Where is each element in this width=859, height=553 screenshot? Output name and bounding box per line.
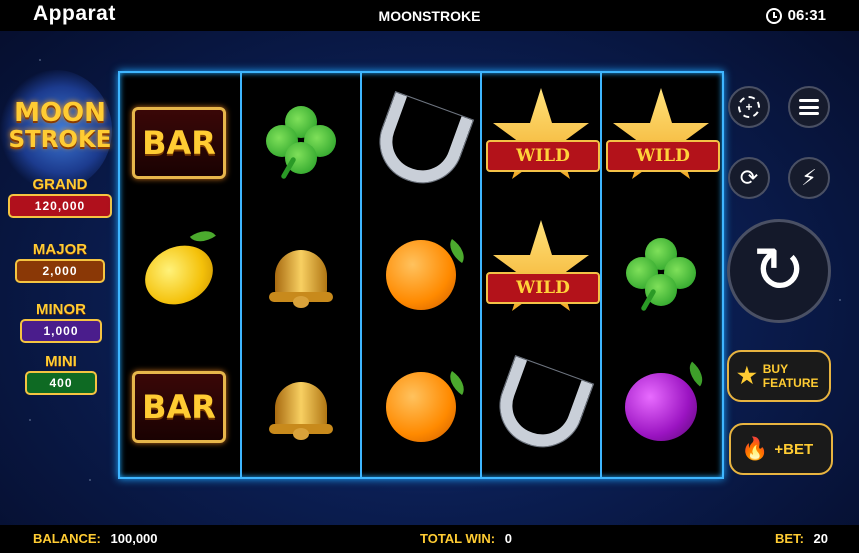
symbol-lemon: [120, 215, 238, 335]
jackpot-label: MINI: [45, 353, 77, 370]
wild-symbol: WILD: [606, 88, 720, 198]
orange-icon: [386, 370, 471, 442]
bet-label: BET:: [775, 531, 804, 546]
logo-line-1: MOON: [14, 98, 106, 128]
reel-grid: BAR BAR WILD WILD WILD: [118, 71, 724, 479]
autoplay-button[interactable]: ⟳: [728, 157, 770, 199]
bar-symbol: BAR: [132, 371, 226, 443]
bell-icon: [269, 374, 333, 440]
jackpot-label: MINOR: [36, 301, 86, 318]
symbol-orange: [362, 215, 480, 335]
reel-2: [240, 73, 360, 477]
reel-4: WILD WILD: [480, 73, 600, 477]
lemon-icon: [135, 224, 223, 316]
wild-symbol: WILD: [486, 88, 600, 198]
wild-symbol: WILD: [486, 220, 600, 330]
symbol-bar: BAR: [120, 83, 238, 203]
reel-5: WILD: [600, 73, 720, 477]
reel-3: [360, 73, 480, 477]
jackpot-value: 1,000: [20, 319, 102, 343]
chip-button[interactable]: +: [728, 86, 770, 128]
buy-feature-label: BUY FEATURE: [762, 362, 819, 390]
jackpot-label: GRAND: [32, 176, 88, 193]
jackpot-value: 400: [25, 371, 97, 395]
top-bar: Apparat MOONSTROKE 06:31: [0, 0, 859, 31]
balance-display: BALANCE: 100,000: [33, 531, 158, 546]
balance-label: BALANCE:: [33, 531, 101, 546]
jackpot-grand: GRAND 120,000: [7, 176, 113, 218]
game-title: MOONSTROKE: [378, 8, 481, 24]
clock: 06:31: [765, 7, 826, 24]
clover-icon: [266, 106, 336, 180]
total-win-display: TOTAL WIN: 0: [420, 531, 512, 546]
turbo-button[interactable]: ⚡: [788, 157, 830, 199]
symbol-horseshoe: [482, 347, 600, 467]
symbol-plum: [602, 347, 720, 467]
bell-icon: [269, 242, 333, 308]
lightning-icon: ⚡: [801, 165, 817, 191]
jackpot-major: MAJOR 2,000: [14, 241, 106, 283]
jackpot-value: 2,000: [15, 259, 105, 283]
clock-icon: [765, 7, 782, 24]
bottom-bar: BALANCE: 100,000 TOTAL WIN: 0 BET: 20: [0, 525, 859, 553]
symbol-clover: [602, 215, 720, 335]
clock-time: 06:31: [787, 7, 826, 24]
logo-line-2: STROKE: [8, 127, 112, 153]
horseshoe-icon: [369, 92, 473, 194]
symbol-clover: [242, 83, 360, 203]
autoplay-icon: ⟳: [739, 165, 759, 191]
symbol-bell: [242, 215, 360, 335]
symbol-bar: BAR: [120, 347, 238, 467]
menu-button[interactable]: [788, 86, 830, 128]
menu-icon: [799, 99, 819, 115]
bet-boost-button[interactable]: 🔥 +BET: [729, 423, 833, 475]
flame-icon: 🔥: [741, 436, 769, 461]
symbol-wild: WILD: [482, 215, 600, 335]
bet-value: 20: [813, 531, 828, 546]
symbol-horseshoe: [362, 83, 480, 203]
buy-feature-button[interactable]: ★ BUY FEATURE: [727, 350, 831, 402]
jackpot-value: 120,000: [8, 194, 112, 218]
spin-icon: ↻: [752, 234, 806, 308]
bar-symbol: BAR: [132, 107, 226, 179]
plum-icon: [625, 361, 709, 441]
symbol-wild: WILD: [602, 83, 720, 203]
bet-display: BET: 20: [775, 531, 828, 546]
total-win-label: TOTAL WIN:: [420, 531, 496, 546]
spin-button[interactable]: ↻: [727, 219, 831, 323]
orange-icon: [386, 238, 471, 310]
balance-value: 100,000: [110, 531, 158, 546]
jackpot-mini: MINI 400: [24, 353, 98, 395]
chip-icon: +: [738, 96, 760, 118]
jackpot-label: MAJOR: [32, 241, 88, 258]
clover-icon: [626, 238, 696, 312]
jackpot-minor: MINOR 1,000: [19, 301, 103, 343]
horseshoe-icon: [489, 356, 593, 458]
star-icon: ★: [737, 363, 757, 388]
symbol-orange: [362, 347, 480, 467]
game-logo: MOON STROKE: [8, 100, 112, 154]
bet-boost-label: +BET: [774, 440, 814, 458]
reel-1: BAR BAR: [120, 73, 238, 477]
symbol-wild: WILD: [482, 83, 600, 203]
total-win-value: 0: [504, 531, 512, 546]
symbol-bell: [242, 347, 360, 467]
